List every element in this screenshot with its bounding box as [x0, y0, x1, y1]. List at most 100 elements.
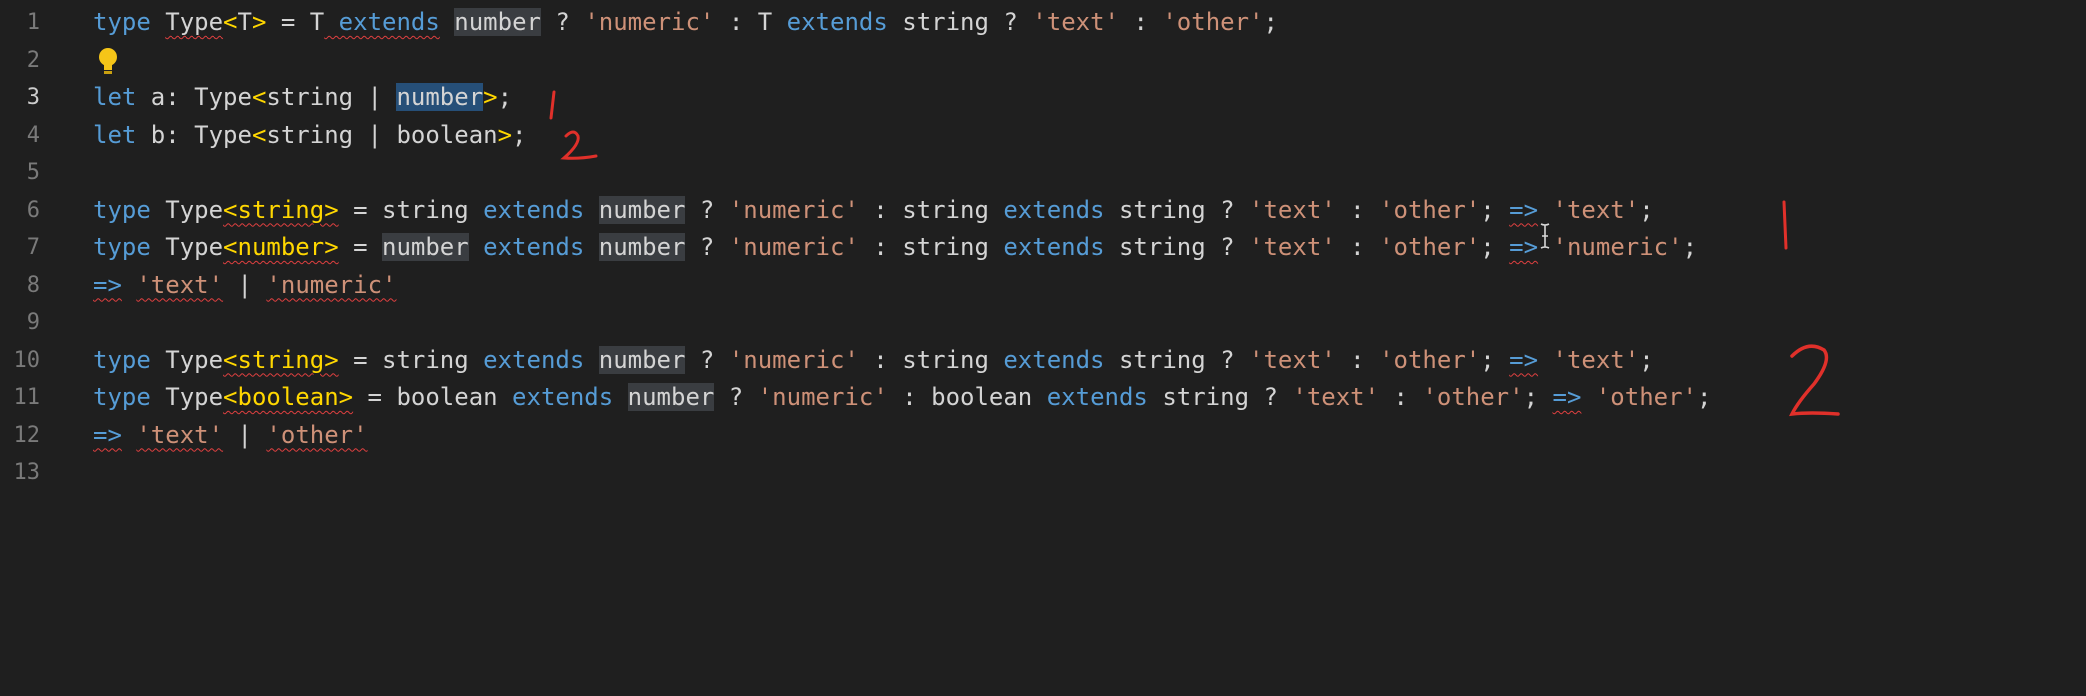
code-token: 'other': [1379, 345, 1481, 374]
text-cursor-icon: [1540, 223, 1550, 249]
code-line[interactable]: 5: [0, 154, 2086, 192]
code-token: ;: [512, 120, 527, 149]
code-text[interactable]: type Type<boolean> = boolean extends num…: [93, 379, 1711, 417]
code-token: =: [266, 8, 310, 36]
code-token: b:: [136, 120, 195, 149]
code-token: >: [251, 8, 267, 36]
code-text[interactable]: => 'text' | 'other': [93, 417, 368, 455]
code-token: Type: [165, 383, 224, 411]
code-token: ?: [714, 383, 758, 411]
code-token: extends: [512, 383, 614, 411]
code-token: ;: [1639, 345, 1654, 374]
code-token: 'other': [1379, 195, 1481, 224]
code-token: <: [251, 120, 267, 149]
code-text[interactable]: type Type<string> = string extends numbe…: [93, 342, 1654, 380]
code-token: T: [757, 8, 773, 36]
code-token: : string: [858, 195, 1004, 224]
code-token: number: [598, 195, 686, 224]
code-token: ;: [1523, 383, 1553, 411]
code-token: ;: [1697, 383, 1712, 411]
code-token: <string>: [223, 195, 339, 224]
code-token: 'numeric': [728, 233, 859, 261]
code-token: Type: [165, 345, 224, 374]
code-token: : boolean: [887, 383, 1047, 411]
code-token: a:: [136, 83, 195, 111]
code-line[interactable]: 13: [0, 454, 2086, 492]
code-token: Type: [165, 8, 224, 36]
code-token: ;: [1480, 195, 1510, 224]
code-line[interactable]: 10 type Type<string> = string extends num…: [0, 342, 2086, 380]
code-token: 'text': [1552, 195, 1640, 224]
code-token: = string: [338, 345, 484, 374]
line-number: 8: [26, 272, 40, 298]
code-token: :: [1119, 8, 1163, 36]
code-text[interactable]: let a: Type<string | number>;: [93, 79, 512, 117]
code-token: number: [627, 383, 715, 411]
line-number: 11: [13, 385, 41, 410]
code-token: :: [1335, 233, 1380, 261]
code-token: string ?: [1147, 383, 1293, 411]
code-line[interactable]: 9: [0, 304, 2086, 342]
code-token: let: [93, 83, 137, 111]
code-token: :: [714, 8, 758, 36]
code-line[interactable]: 3 let a: Type<string | number>;: [0, 79, 2086, 117]
code-token: 'numeric': [1552, 233, 1683, 261]
code-token: extends: [1046, 383, 1148, 411]
annotation-mark-2-top: [560, 130, 598, 160]
code-token: 'other': [1595, 383, 1698, 411]
code-token: Type: [194, 120, 252, 149]
annotation-mark-2-right: [1788, 344, 1840, 417]
code-text[interactable]: => 'text' | 'numeric': [93, 267, 396, 305]
code-token: 'text': [136, 270, 224, 299]
code-token: Type: [165, 195, 224, 224]
line-number: 10: [13, 347, 41, 373]
code-token: extends: [483, 195, 585, 224]
code-token: string ?: [1104, 345, 1250, 374]
code-token: T: [309, 8, 325, 36]
code-token: =>: [1552, 383, 1582, 411]
code-line[interactable]: 1 type Type<T> = T extends number ? 'nume…: [0, 4, 2086, 42]
line-number: 1: [26, 10, 40, 35]
code-token: 'numeric': [728, 345, 859, 374]
code-token: >: [483, 83, 498, 111]
code-text[interactable]: let b: Type<string | boolean>;: [93, 117, 527, 155]
code-editor[interactable]: - - - - - - - 1type Type<T> = T extends …: [0, 0, 2086, 696]
code-line[interactable]: 2: [0, 42, 2086, 80]
code-token: =>: [1509, 233, 1539, 261]
code-token: =>: [93, 270, 122, 299]
code-token: ;: [1682, 233, 1698, 261]
code-token: number: [598, 345, 686, 374]
code-token: number: [396, 83, 484, 111]
code-token: ?: [540, 8, 585, 36]
code-text[interactable]: type Type<string> = string extends numbe…: [93, 192, 1654, 230]
code-token: Type: [194, 83, 252, 111]
line-number: 2: [26, 47, 40, 73]
code-token: type: [93, 233, 151, 261]
code-token: number: [382, 233, 469, 261]
code-line[interactable]: 11 type Type<boolean> = boolean extends n…: [0, 379, 2086, 417]
code-text[interactable]: type Type<T> = T extends number ? 'numer…: [93, 4, 1278, 42]
code-token: ;: [497, 83, 513, 111]
code-token: = boolean: [353, 383, 513, 411]
code-token: 'other': [1422, 383, 1524, 411]
code-line[interactable]: 4 let b: Type<string | boolean>;: [0, 117, 2086, 155]
line-number: 7: [26, 235, 40, 260]
code-line[interactable]: 8 => 'text' | 'numeric': [0, 267, 2086, 305]
code-token: string | boolean: [266, 120, 498, 149]
code-token: ?: [685, 233, 729, 261]
code-line[interactable]: 12 => 'text' | 'other': [0, 417, 2086, 455]
code-token: 'other': [266, 420, 368, 449]
code-text[interactable]: type Type<number> = number extends numbe…: [93, 229, 1697, 267]
lightbulb-icon[interactable]: [96, 46, 120, 76]
code-token: string ?: [1104, 233, 1250, 261]
code-token: string ?: [1104, 195, 1250, 224]
